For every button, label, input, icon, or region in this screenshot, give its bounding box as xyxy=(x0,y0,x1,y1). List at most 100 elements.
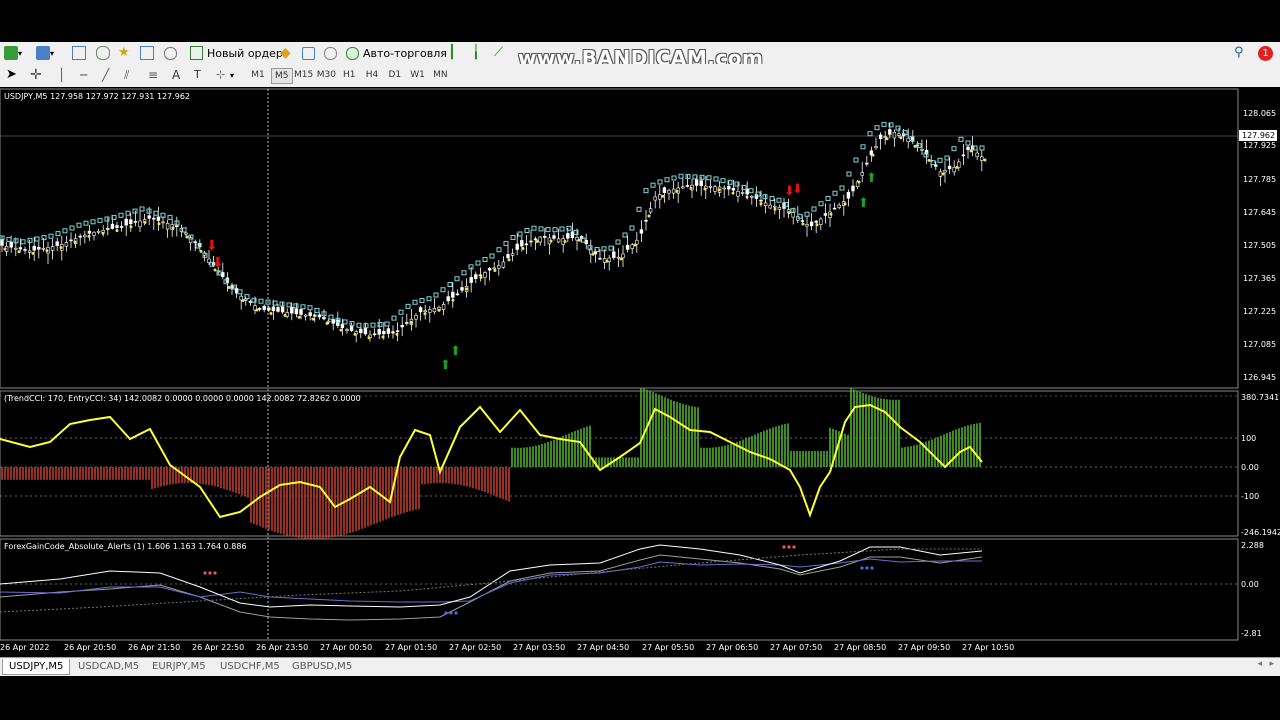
stepline-marker xyxy=(342,319,348,325)
chart-tab-eurjpy-m5[interactable]: EURJPY,M5 xyxy=(146,659,212,674)
text-tool[interactable]: A xyxy=(172,67,186,83)
vertical-line-tool[interactable]: │ xyxy=(58,67,72,83)
stepline-marker xyxy=(62,228,68,234)
candle-body xyxy=(405,322,409,324)
chart-tab-gbpusd-m5[interactable]: GBPUSD,M5 xyxy=(286,659,358,674)
candle-body xyxy=(837,204,841,208)
stepline-marker xyxy=(405,303,411,309)
horizontal-line-tool[interactable]: ─ xyxy=(80,67,94,83)
search-icon: ⚲ xyxy=(1234,45,1244,60)
shapes-tool[interactable]: ⊹ ▾ xyxy=(216,67,234,83)
fibonacci-tool[interactable]: ≡ xyxy=(148,67,162,83)
trend-dot xyxy=(661,194,665,198)
candle-body xyxy=(635,239,639,245)
stepline-marker xyxy=(818,201,824,207)
candle-body xyxy=(773,205,777,208)
time-axis-label: 27 Apr 10:50 xyxy=(962,643,1014,652)
stepline-marker xyxy=(97,217,103,223)
candle-body xyxy=(96,230,101,233)
stepline-marker xyxy=(839,185,845,191)
chart-window[interactable]: ⬇ ⬇ ⬇ ⬇ ⬆ ⬆ ⬆ ⬆ 128.065 127.925 127.785 127.645 127… xyxy=(0,87,1280,657)
stepline-marker xyxy=(503,240,509,246)
candle-body xyxy=(566,233,570,239)
search-button[interactable]: ⚲ xyxy=(1234,45,1248,61)
timeframe-w1-button[interactable]: W1 xyxy=(408,68,428,82)
candle-body xyxy=(244,299,248,301)
timeframe-m30-button[interactable]: M30 xyxy=(316,68,336,82)
tab-scroll-left-icon[interactable]: ◂ xyxy=(1257,659,1262,669)
fibonacci-icon: ≡ xyxy=(148,68,159,82)
profiles-button[interactable]: ▾ xyxy=(36,45,54,61)
stepline-marker xyxy=(622,232,628,238)
candle-body xyxy=(221,272,225,278)
candle-body xyxy=(731,187,736,191)
stepline-marker xyxy=(958,136,964,142)
stepline-marker xyxy=(573,229,579,235)
stepline-marker xyxy=(482,257,488,262)
new-order-button[interactable]: Новый ордер xyxy=(190,45,283,61)
timeframe-h1-button[interactable]: H1 xyxy=(339,68,359,82)
timeframe-m15-button[interactable]: M15 xyxy=(294,68,314,82)
candle-body xyxy=(699,180,703,187)
chart-tab-usdcad-m5[interactable]: USDCAD,M5 xyxy=(72,659,145,674)
text-label-tool[interactable]: T xyxy=(194,67,208,83)
candle-body xyxy=(276,307,280,312)
stepline-marker xyxy=(811,206,817,212)
autotrading-button[interactable]: Авто-торговля xyxy=(346,45,447,61)
terminal-button[interactable] xyxy=(140,45,154,61)
metaeditor-button[interactable]: ◆ xyxy=(280,45,294,61)
candle-body xyxy=(750,195,754,198)
candle-body xyxy=(736,191,740,197)
stepline-marker xyxy=(125,210,131,216)
indicator2-axis-label: 0.00 xyxy=(1241,580,1259,589)
chart-tab-usdchf-m5[interactable]: USDCHF,M5 xyxy=(214,659,286,674)
candle-body xyxy=(414,315,418,320)
candle-body xyxy=(395,330,400,332)
timeframe-h4-button[interactable]: H4 xyxy=(362,68,382,82)
candle-body xyxy=(303,314,308,317)
navigator-button[interactable]: ★ xyxy=(118,45,132,61)
candle-body xyxy=(119,226,124,228)
channel-tool[interactable]: ⫽ xyxy=(124,67,138,83)
line-chart-button[interactable]: ⟋ xyxy=(494,45,508,61)
chart-canvas[interactable]: ⬇⬇⬇⬇⬆⬆⬆⬆ 128.065127.925127.785127.645127… xyxy=(0,87,1280,657)
candle-body xyxy=(469,277,473,283)
candle-chart-button[interactable]: ╽ xyxy=(472,45,486,61)
timeframe-mn-button[interactable]: MN xyxy=(430,68,450,82)
data-window-button[interactable] xyxy=(96,45,110,61)
timeframe-m5-button[interactable]: M5 xyxy=(270,68,293,84)
main-chart-header: USDJPY,M5 127.958 127.972 127.931 127.96… xyxy=(4,92,190,101)
trend-dot xyxy=(745,195,749,199)
timeframe-d1-button[interactable]: D1 xyxy=(385,68,405,82)
trendline-tool[interactable]: ╱ xyxy=(102,67,116,83)
candle-body xyxy=(961,154,966,157)
indicator2-header: ForexGainCode_Absolute_Alerts (1) 1.606 … xyxy=(4,542,247,551)
candle-body xyxy=(184,232,188,235)
candle-body xyxy=(115,225,119,228)
fgc-blue-dot xyxy=(865,566,869,570)
trend-dot xyxy=(927,158,931,162)
cursor-tool[interactable]: ➤ xyxy=(6,67,20,83)
stepline-marker xyxy=(545,227,551,233)
signals-button[interactable] xyxy=(302,45,315,61)
screen-bottom-margin xyxy=(0,676,1280,720)
trend-dot xyxy=(199,249,203,253)
notifications-button[interactable]: 1 xyxy=(1258,45,1273,61)
trend-dot xyxy=(577,238,581,242)
candle-body xyxy=(129,219,133,225)
chart-tab-usdjpy-m5[interactable]: USDJPY,M5 xyxy=(2,659,71,675)
candle-body xyxy=(418,307,423,313)
market-button[interactable] xyxy=(324,45,337,61)
timeframe-m1-button[interactable]: M1 xyxy=(248,68,268,82)
trend-dot xyxy=(633,243,637,247)
strategy-tester-button[interactable] xyxy=(164,45,177,61)
stepline-marker xyxy=(447,282,453,287)
market-watch-button[interactable] xyxy=(72,45,86,61)
tab-scroll-right-icon[interactable]: ▸ xyxy=(1269,659,1274,669)
price-axis-label: 127.225 xyxy=(1243,307,1276,316)
bar-chart-button[interactable]: ┃ xyxy=(448,45,462,61)
new-chart-button[interactable]: ▾ xyxy=(4,45,22,61)
crosshair-tool[interactable]: ✛ xyxy=(30,67,44,83)
candle-body xyxy=(372,333,377,336)
trend-dot xyxy=(423,312,427,316)
